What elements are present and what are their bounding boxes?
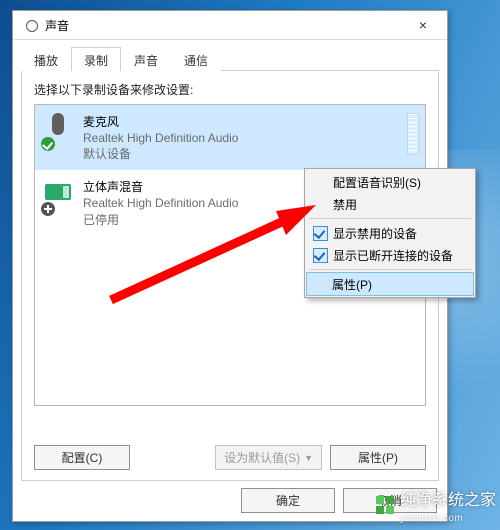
checkmark-icon — [41, 137, 55, 151]
properties-button[interactable]: 属性(P) — [330, 445, 426, 470]
watermark: 纯净系统之家 ycwin10.com — [376, 486, 496, 524]
ok-button[interactable]: 确定 — [241, 488, 335, 513]
speaker-icon — [23, 17, 39, 33]
titlebar: 声音 × — [13, 11, 447, 40]
device-row-mic[interactable]: 麦克风 Realtek High Definition Audio 默认设备 — [35, 105, 425, 170]
watermark-brand: 纯净系统之家 — [400, 492, 496, 509]
device-name: 麦克风 — [83, 113, 238, 130]
menu-configure-speech[interactable]: 配置语音识别(S) — [307, 171, 473, 193]
tabs: 播放 录制 声音 通信 — [21, 46, 439, 71]
tab-communications[interactable]: 通信 — [171, 47, 221, 71]
configure-button[interactable]: 配置(C) — [34, 445, 130, 470]
menu-separator — [309, 269, 471, 270]
menu-properties[interactable]: 属性(P) — [306, 272, 474, 296]
tab-sounds[interactable]: 声音 — [121, 47, 171, 71]
menu-separator — [309, 218, 471, 219]
disabled-icon — [41, 202, 55, 216]
tab-recording[interactable]: 录制 — [71, 47, 121, 71]
tab-playback[interactable]: 播放 — [21, 47, 71, 71]
device-desc: Realtek High Definition Audio — [83, 195, 238, 211]
level-meter — [407, 113, 419, 155]
context-menu: 配置语音识别(S) 禁用 显示禁用的设备 显示已断开连接的设备 属性(P) — [304, 168, 476, 298]
device-name: 立体声混音 — [83, 178, 238, 195]
watermark-url: ycwin10.com — [400, 513, 463, 524]
device-status: 默认设备 — [83, 146, 238, 162]
device-desc: Realtek High Definition Audio — [83, 130, 238, 146]
window-title: 声音 — [45, 17, 69, 34]
menu-show-disabled[interactable]: 显示禁用的设备 — [307, 222, 473, 244]
button-row: 配置(C) 设为默认值(S) ▼ 属性(P) — [34, 445, 426, 470]
menu-disable[interactable]: 禁用 — [307, 193, 473, 215]
microphone-icon — [43, 113, 73, 149]
menu-show-disconnected[interactable]: 显示已断开连接的设备 — [307, 244, 473, 266]
close-button[interactable]: × — [403, 11, 443, 39]
desktop: 声音 × 播放 录制 声音 通信 选择以下录制设备来修改设置: — [0, 0, 500, 530]
set-default-button[interactable]: 设为默认值(S) ▼ — [215, 445, 322, 470]
chevron-down-icon: ▼ — [304, 453, 313, 463]
logo-icon — [376, 496, 394, 514]
soundcard-icon — [43, 178, 73, 214]
device-status: 已停用 — [83, 212, 238, 228]
prompt-text: 选择以下录制设备来修改设置: — [34, 81, 426, 98]
close-icon: × — [419, 17, 427, 33]
